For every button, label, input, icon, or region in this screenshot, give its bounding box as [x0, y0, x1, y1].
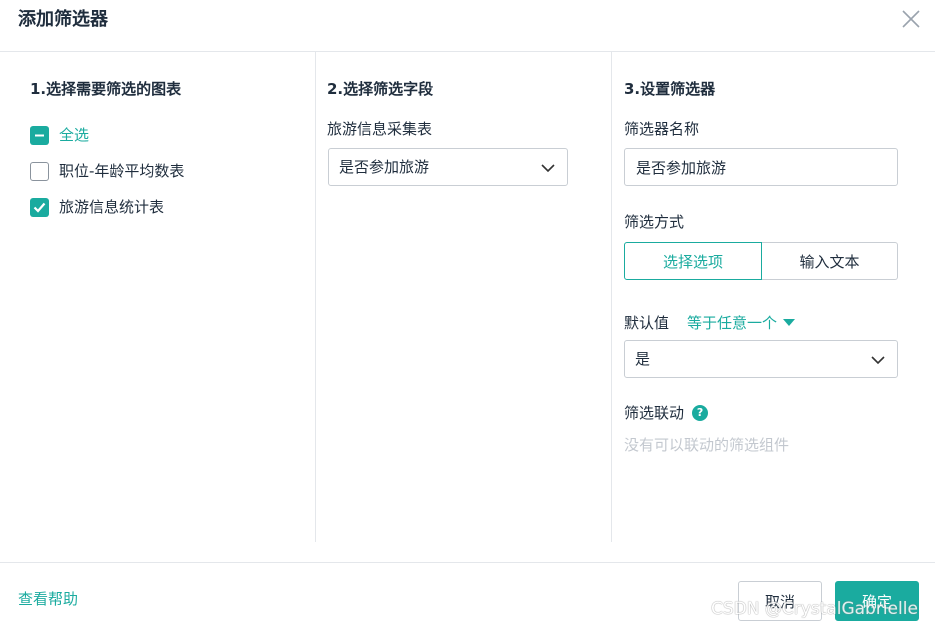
help-icon[interactable]: ?	[692, 405, 709, 421]
default-value-select-value: 是	[635, 350, 651, 368]
select-all-label: 全选	[59, 126, 90, 144]
chart-label: 旅游信息统计表	[59, 198, 165, 216]
step2-heading: 2.选择筛选字段	[327, 80, 434, 98]
help-link[interactable]: 查看帮助	[18, 589, 78, 609]
field-select-value: 是否参加旅游	[339, 158, 430, 176]
close-icon[interactable]	[899, 7, 923, 31]
mode-input-text-button[interactable]: 输入文本	[762, 242, 898, 280]
default-mode-label: 等于任意一个	[687, 313, 778, 332]
default-value-label: 默认值	[624, 313, 670, 332]
step2-panel: 2.选择筛选字段 旅游信息采集表 是否参加旅游	[315, 52, 611, 542]
step1-panel: 1.选择需要筛选的图表 全选 职位-年龄平均数表 旅游信息统计表	[0, 52, 315, 542]
dialog-header: 添加筛选器	[0, 0, 935, 52]
step3-heading: 3.设置筛选器	[624, 80, 716, 98]
watermark: CSDN @CrystalGabrielle	[711, 599, 918, 619]
chart-checkbox-travel-stats[interactable]: 旅游信息统计表	[30, 197, 164, 217]
default-value-row: 默认值 等于任意一个	[624, 311, 796, 333]
table-name-label: 旅游信息采集表	[327, 120, 433, 138]
caret-down-icon	[783, 318, 796, 326]
chart-checkbox-position-age[interactable]: 职位-年龄平均数表	[30, 161, 184, 181]
chart-label: 职位-年龄平均数表	[59, 162, 185, 180]
field-select[interactable]: 是否参加旅游	[328, 148, 568, 186]
indeterminate-checkbox-icon	[30, 125, 49, 145]
chevron-down-icon	[871, 356, 885, 365]
filter-name-input[interactable]	[624, 148, 898, 186]
default-mode-dropdown[interactable]: 等于任意一个	[687, 312, 796, 333]
step3-panel: 3.设置筛选器 筛选器名称 筛选方式 选择选项 输入文本 默认值 等于任意一个 …	[611, 52, 935, 542]
filter-mode-toggle: 选择选项 输入文本	[624, 242, 898, 280]
step1-heading: 1.选择需要筛选的图表	[30, 80, 182, 98]
filter-link-empty-text: 没有可以联动的筛选组件	[624, 436, 790, 454]
select-all-checkbox[interactable]: 全选	[30, 125, 89, 145]
mode-select-option-button[interactable]: 选择选项	[624, 242, 762, 280]
chevron-down-icon	[541, 164, 555, 173]
default-value-select[interactable]: 是	[624, 340, 898, 378]
filter-link-row: 筛选联动 ?	[624, 403, 709, 423]
checked-checkbox-icon	[30, 197, 49, 217]
filter-link-label: 筛选联动	[624, 404, 685, 422]
dialog-title: 添加筛选器	[18, 9, 108, 30]
unchecked-checkbox-icon	[30, 161, 49, 181]
filter-mode-label: 筛选方式	[624, 213, 685, 231]
filter-name-label: 筛选器名称	[624, 120, 700, 138]
